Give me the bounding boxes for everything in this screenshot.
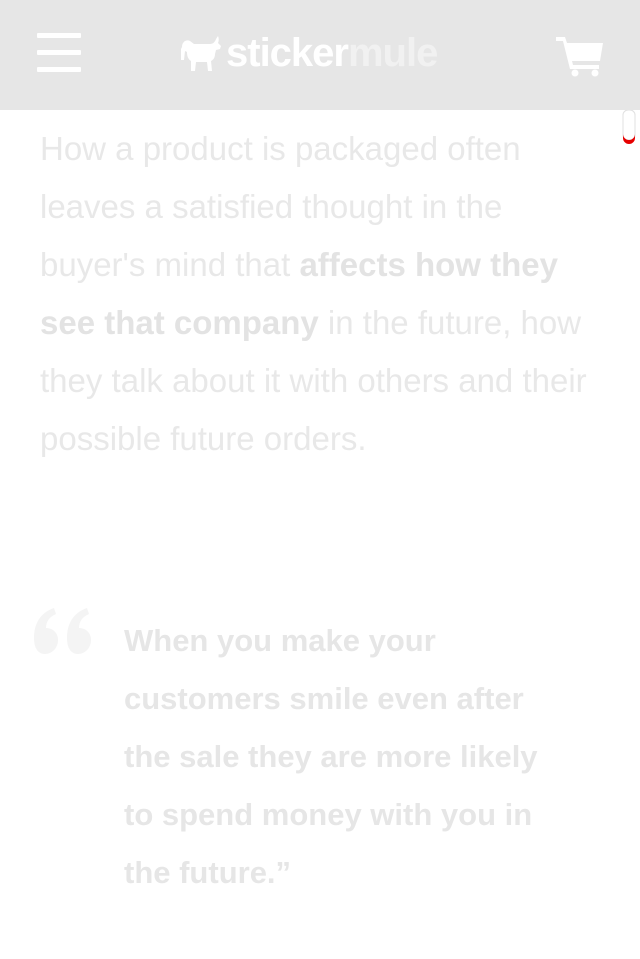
menu-icon[interactable] [37,33,81,73]
pull-quote: When you make your customers smile even … [124,623,538,890]
menu-bar [37,50,81,55]
brand-name-part1: sticker [226,31,349,75]
site-header: sticker mule [0,0,640,110]
menu-bar [37,33,81,38]
article-paragraph: How a product is packaged often leaves a… [40,120,610,468]
goat-logo-icon [181,36,221,71]
menu-bar [37,67,81,72]
quote-mark-icon [34,608,91,654]
scroll-indicator [622,110,636,144]
page: sticker mule How a product is packaged of… [0,0,640,959]
brand-name-part2: mule [347,31,438,75]
brand-logo[interactable]: sticker mule [180,30,438,76]
cart-icon[interactable] [556,35,604,77]
